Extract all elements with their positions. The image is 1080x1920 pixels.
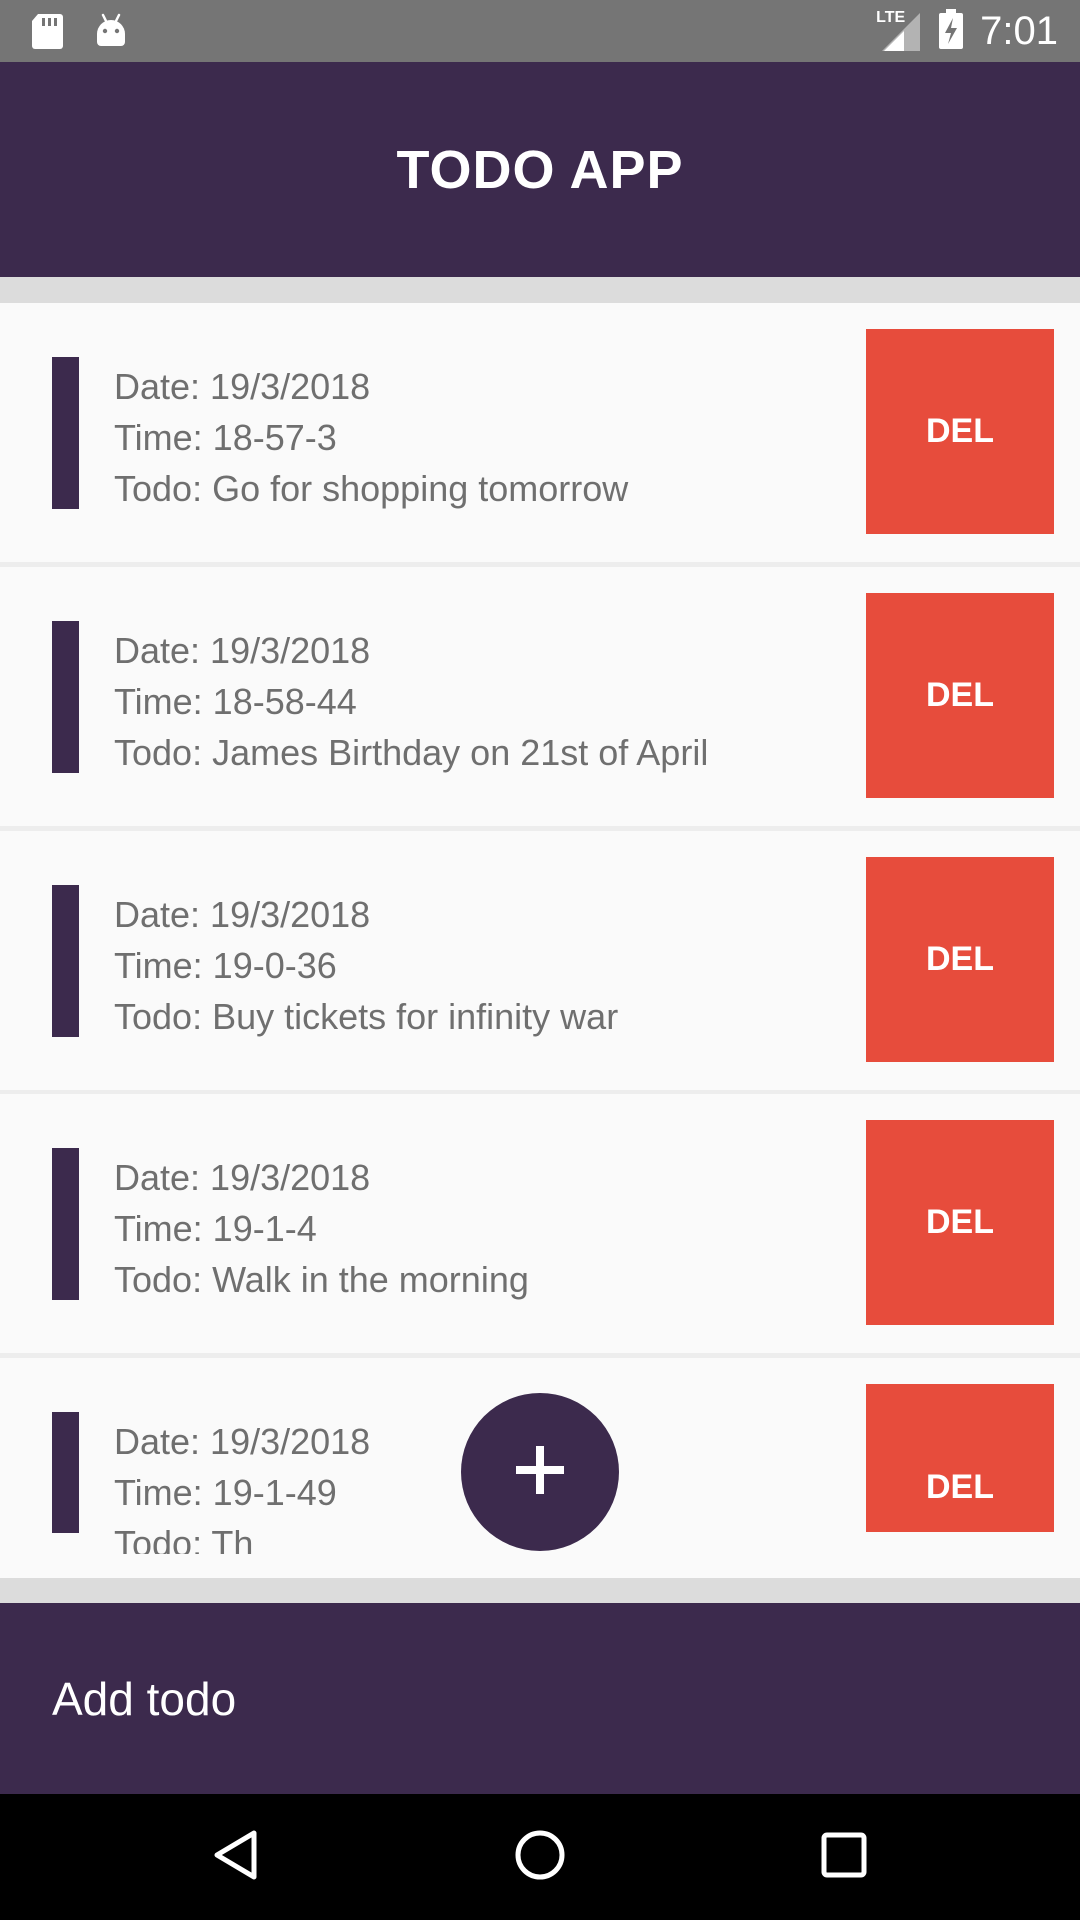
delete-button[interactable]: DEL — [866, 1120, 1054, 1325]
todo-accent-bar — [52, 621, 79, 773]
todo-item[interactable]: Date: 19/3/2018 Time: 19-1-4 Todo: Walk … — [0, 1094, 1080, 1353]
todo-details: Date: 19/3/2018 Time: 18-58-44 Todo: Jam… — [114, 625, 708, 778]
add-todo-label[interactable]: Add todo — [52, 1603, 236, 1794]
todo-time: Time: 19-1-49 — [114, 1472, 337, 1513]
recents-icon — [821, 1832, 867, 1883]
delete-button[interactable]: DEL — [866, 329, 1054, 534]
plus-icon — [516, 1445, 564, 1499]
battery-charging-icon — [938, 8, 964, 55]
todo-details: Date: 19/3/2018 Time: 18-57-3 Todo: Go f… — [114, 361, 628, 514]
status-left-icons — [30, 12, 128, 55]
todo-item[interactable]: Date: 19/3/2018 Time: 18-57-3 Todo: Go f… — [0, 303, 1080, 562]
todo-accent-bar — [52, 357, 79, 509]
screen: LTE 7:01 TODO APP Date: 19/3/2018 Time: … — [0, 0, 1080, 1920]
todo-details: Date: 19/3/2018 Time: 19-0-36 Todo: Buy … — [114, 889, 618, 1042]
app-title: TODO APP — [396, 139, 684, 200]
signal-icon: LTE — [876, 9, 922, 53]
todo-text: Todo: Th — [114, 1523, 254, 1554]
todo-time: Time: 19-1-4 — [114, 1208, 317, 1249]
app-bar: TODO APP — [0, 62, 1080, 277]
recents-button[interactable] — [814, 1827, 874, 1887]
navigation-bar — [0, 1794, 1080, 1920]
add-todo-bar[interactable]: Add todo — [0, 1603, 1080, 1794]
sd-card-icon — [30, 12, 64, 55]
todo-text: Todo: Go for shopping tomorrow — [114, 468, 629, 509]
todo-time: Time: 18-57-3 — [114, 417, 337, 458]
back-button[interactable] — [206, 1827, 266, 1887]
todo-details: Date: 19/3/2018 Time: 19-1-4 Todo: Walk … — [114, 1152, 529, 1305]
todo-time: Time: 18-58-44 — [114, 681, 357, 722]
todo-accent-bar — [52, 1148, 79, 1300]
todo-date: Date: 19/3/2018 — [114, 366, 371, 407]
todo-date: Date: 19/3/2018 — [114, 630, 371, 671]
todo-date: Date: 19/3/2018 — [114, 1421, 371, 1462]
todo-time: Time: 19-0-36 — [114, 945, 337, 986]
home-icon — [514, 1829, 566, 1886]
todo-text: Todo: Walk in the morning — [114, 1259, 529, 1300]
delete-button[interactable]: DEL — [866, 593, 1054, 798]
todo-accent-bar — [52, 1412, 79, 1533]
status-time: 7:01 — [980, 8, 1058, 53]
todo-list[interactable]: Date: 19/3/2018 Time: 18-57-3 Todo: Go f… — [0, 303, 1080, 1578]
delete-button[interactable]: DEL — [866, 1384, 1054, 1532]
todo-date: Date: 19/3/2018 — [114, 1157, 371, 1198]
todo-date: Date: 19/3/2018 — [114, 894, 371, 935]
todo-text: Todo: James Birthday on 21st of April — [114, 732, 709, 773]
status-bar: LTE 7:01 — [0, 0, 1080, 62]
back-icon — [214, 1830, 258, 1885]
todo-text: Todo: Buy tickets for infinity war — [114, 996, 619, 1037]
home-button[interactable] — [510, 1827, 570, 1887]
todo-details: Date: 19/3/2018 Time: 19-1-49 Todo: Th — [114, 1416, 370, 1554]
delete-button[interactable]: DEL — [866, 857, 1054, 1062]
todo-item[interactable]: Date: 19/3/2018 Time: 19-0-36 Todo: Buy … — [0, 831, 1080, 1090]
add-fab-button[interactable] — [461, 1393, 619, 1551]
delete-button-label: DEL — [926, 1467, 994, 1506]
todo-accent-bar — [52, 885, 79, 1037]
todo-item[interactable]: Date: 19/3/2018 Time: 18-58-44 Todo: Jam… — [0, 567, 1080, 826]
android-icon — [94, 12, 128, 55]
status-right-icons: LTE 7:01 — [876, 0, 1058, 62]
